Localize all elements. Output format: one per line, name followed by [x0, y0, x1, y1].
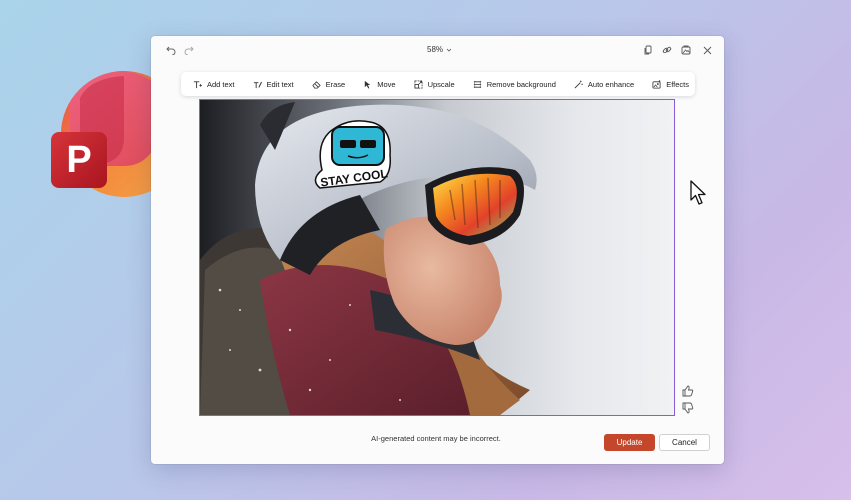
remove-background-label: Remove background [486, 79, 556, 89]
upscale-icon [414, 79, 423, 89]
save-image-icon[interactable] [679, 43, 693, 57]
add-text-icon [193, 80, 202, 88]
skier-photo: STAY COOL [200, 102, 537, 415]
zoom-dropdown[interactable]: 58% [427, 45, 452, 54]
auto-enhance-label: Auto enhance [587, 79, 635, 89]
update-button[interactable]: Update [604, 434, 655, 451]
effects-button[interactable]: Effects [643, 72, 698, 96]
close-icon[interactable] [700, 43, 714, 57]
edit-toolbar: Add text Edit text Erase Move Upscale Re… [181, 72, 695, 96]
upscale-label: Upscale [427, 79, 455, 89]
edit-text-icon [253, 81, 262, 88]
thumbs-down-icon[interactable] [682, 401, 694, 414]
chevron-down-icon [446, 48, 452, 52]
mouse-cursor-icon [689, 179, 709, 207]
titlebar: 58% [151, 36, 724, 64]
auto-enhance-button[interactable]: Auto enhance [565, 72, 643, 96]
edit-text-label: Edit text [266, 79, 294, 89]
thumbs-up-icon[interactable] [682, 384, 694, 397]
image-editor-window: 58% Add text Edit text Erase Move Upscal… [151, 36, 724, 464]
undo-icon[interactable] [164, 43, 178, 57]
redo-icon[interactable] [182, 43, 196, 57]
remove-background-icon [473, 80, 481, 88]
move-label: Move [377, 79, 396, 89]
zoom-label: 58% [427, 45, 444, 54]
effects-icon [652, 79, 661, 89]
move-icon [365, 80, 371, 89]
erase-button[interactable]: Erase [303, 72, 355, 96]
add-text-label: Add text [207, 79, 235, 89]
image-canvas[interactable]: STAY COOL [199, 99, 675, 416]
cancel-button[interactable]: Cancel [659, 434, 710, 451]
upscale-button[interactable]: Upscale [405, 72, 464, 96]
erase-label: Erase [325, 79, 346, 89]
eraser-icon [312, 80, 321, 89]
effects-label: Effects [666, 79, 689, 89]
add-text-button[interactable]: Add text [191, 72, 244, 96]
auto-enhance-icon [574, 79, 583, 88]
move-button[interactable]: Move [354, 72, 404, 96]
logo-letter: P [66, 139, 91, 181]
copy-icon[interactable] [641, 43, 655, 57]
remove-background-button[interactable]: Remove background [464, 72, 565, 96]
link-icon[interactable] [660, 43, 674, 57]
edit-text-button[interactable]: Edit text [244, 72, 303, 96]
